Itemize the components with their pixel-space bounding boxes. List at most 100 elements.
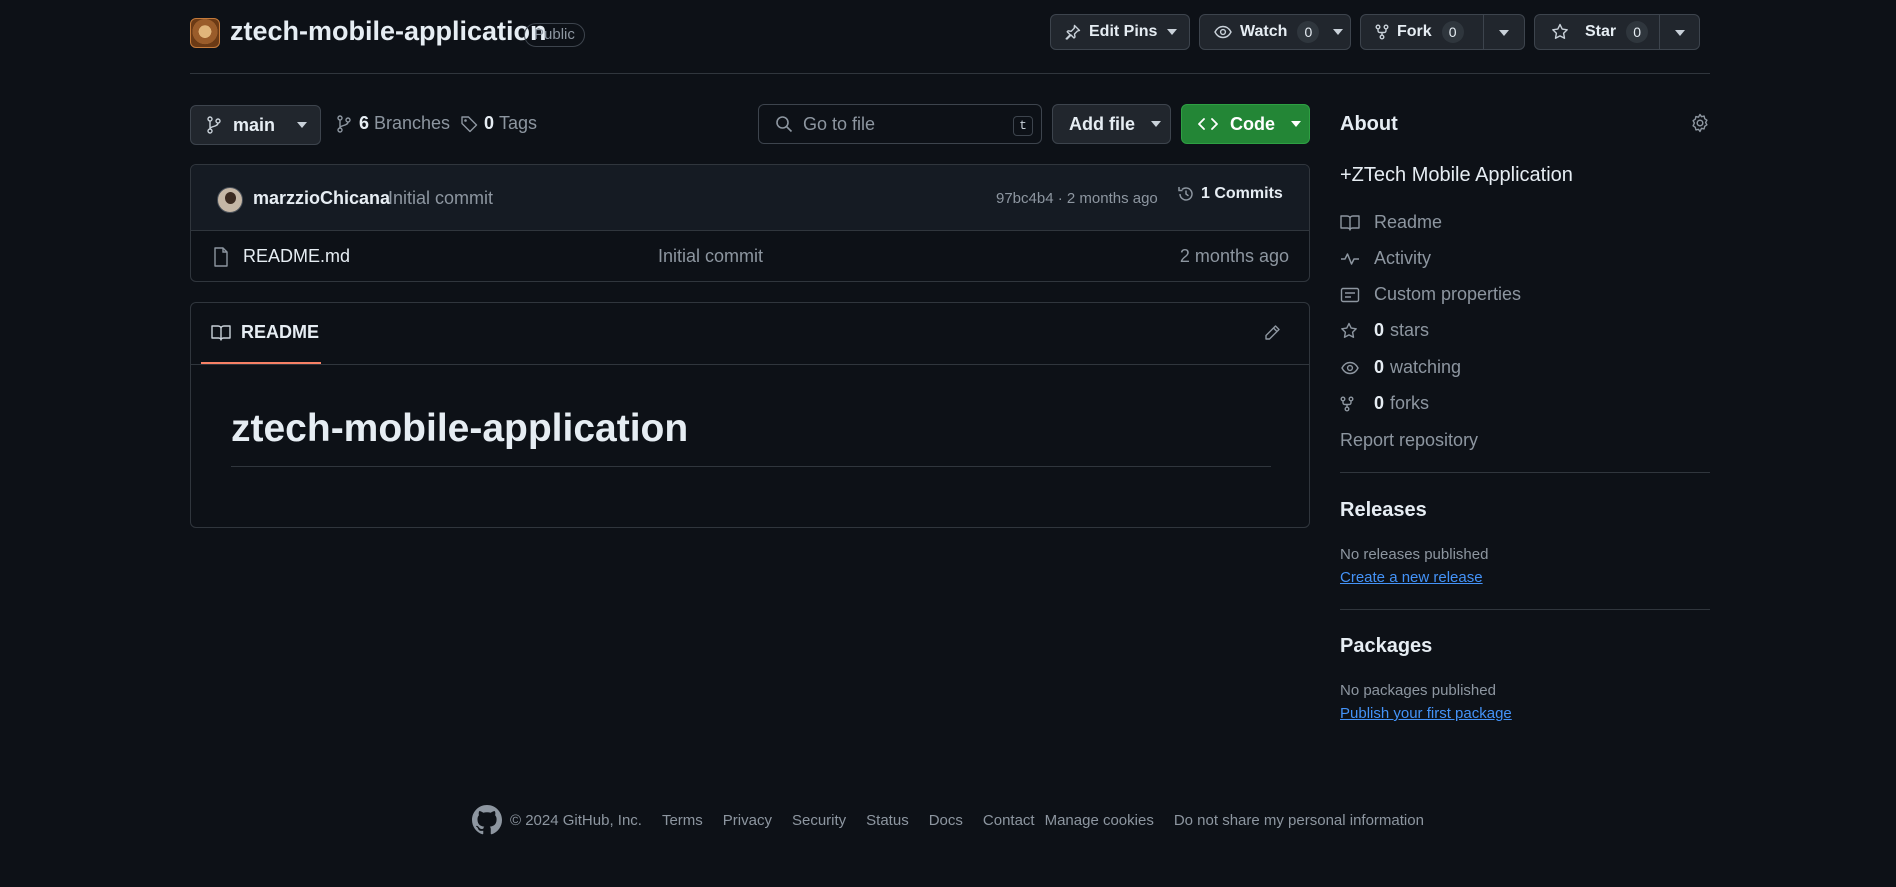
code-button[interactable]: Code xyxy=(1181,104,1310,144)
tab-readme[interactable]: README xyxy=(201,303,321,364)
chevron-down-icon xyxy=(297,122,308,128)
footer-link-docs[interactable]: Docs xyxy=(929,812,963,829)
branch-name: main xyxy=(233,114,276,135)
repo-sidebar: About +ZTech Mobile Application Readme A… xyxy=(1340,0,1710,887)
footer-link-manage-cookies[interactable]: Manage cookies xyxy=(1045,812,1154,829)
chevron-down-icon xyxy=(1167,29,1178,35)
activity-link[interactable]: Activity xyxy=(1340,248,1431,269)
repo-name-link[interactable]: ztech-mobile-application xyxy=(230,16,547,47)
pencil-icon[interactable] xyxy=(1263,324,1281,342)
git-branch-icon xyxy=(337,114,351,133)
branches-count: 6 xyxy=(359,113,370,133)
file-browser: marzzioChicana Initial commit 97bc4b4 · … xyxy=(190,164,1310,282)
fork-icon xyxy=(1340,396,1360,412)
stars-link[interactable]: 0 stars xyxy=(1340,320,1429,341)
custom-properties-link[interactable]: Custom properties xyxy=(1340,284,1521,305)
about-title: About xyxy=(1340,113,1398,135)
eye-icon xyxy=(1214,24,1232,40)
report-repository-link[interactable]: Report repository xyxy=(1340,430,1478,451)
branch-selector-button[interactable]: main xyxy=(190,105,321,145)
forks-count: 0 xyxy=(1374,393,1385,413)
note-icon xyxy=(1340,286,1360,304)
forks-label: forks xyxy=(1390,393,1430,413)
eye-icon xyxy=(1340,360,1360,376)
releases-note: No releases published xyxy=(1340,546,1489,563)
go-to-file-field[interactable]: t xyxy=(758,104,1042,144)
stars-count: 0 xyxy=(1374,320,1385,340)
keyboard-shortcut-hint: t xyxy=(1013,116,1033,136)
table-row: README.md Initial commit 2 months ago xyxy=(191,231,1309,281)
packages-title[interactable]: Packages xyxy=(1340,635,1432,658)
watch-button[interactable]: Watch 0 xyxy=(1199,14,1351,50)
latest-commit-row: marzzioChicana Initial commit 97bc4b4 · … xyxy=(191,165,1309,231)
pin-icon xyxy=(1065,24,1081,40)
footer-link-do-not-share[interactable]: Do not share my personal information xyxy=(1174,812,1424,829)
chevron-down-icon xyxy=(1291,121,1301,127)
repo-owner-avatar[interactable] xyxy=(190,18,220,48)
file-icon xyxy=(213,247,229,267)
readme-tab-label: README xyxy=(241,322,320,342)
watch-count: 0 xyxy=(1297,21,1320,43)
github-logo-icon[interactable] xyxy=(472,805,502,835)
watching-count: 0 xyxy=(1374,357,1385,377)
gear-icon[interactable] xyxy=(1690,113,1710,133)
releases-title[interactable]: Releases xyxy=(1340,499,1427,522)
chevron-down-icon xyxy=(1151,121,1161,127)
add-file-label: Add file xyxy=(1069,113,1135,134)
site-footer: © 2024 GitHub, Inc. Terms Privacy Securi… xyxy=(472,804,1444,836)
pulse-icon xyxy=(1340,250,1360,268)
sidebar-divider xyxy=(1340,472,1710,473)
stars-label: stars xyxy=(1390,320,1430,340)
forks-link[interactable]: 0 forks xyxy=(1340,393,1429,414)
tags-label: Tags xyxy=(499,113,538,133)
history-icon xyxy=(1177,185,1195,203)
file-commit-message-link[interactable]: Initial commit xyxy=(658,246,763,267)
footer-link-privacy[interactable]: Privacy xyxy=(723,812,772,829)
heading-rule xyxy=(231,466,1271,467)
git-branch-icon xyxy=(207,116,221,134)
readme-link[interactable]: Readme xyxy=(1340,212,1442,233)
edit-pins-button[interactable]: Edit Pins xyxy=(1050,14,1190,50)
go-to-file-input[interactable] xyxy=(803,113,1003,135)
readme-divider xyxy=(191,364,1309,365)
star-icon xyxy=(1340,322,1360,340)
watch-label: Watch xyxy=(1240,23,1288,40)
packages-note: No packages published xyxy=(1340,682,1496,699)
search-icon xyxy=(775,115,793,133)
tags-count: 0 xyxy=(484,113,495,133)
commits-history-link[interactable]: 1 Commits xyxy=(1177,185,1283,203)
footer-link-status[interactable]: Status xyxy=(866,812,909,829)
repo-description: +ZTech Mobile Application xyxy=(1340,164,1573,186)
edit-pins-label: Edit Pins xyxy=(1089,23,1158,40)
file-name-link[interactable]: README.md xyxy=(243,246,350,267)
create-release-link[interactable]: Create a new release xyxy=(1340,569,1483,586)
footer-link-security[interactable]: Security xyxy=(792,812,846,829)
tags-link[interactable]: 0 Tags xyxy=(460,113,537,134)
commits-label: 1 Commits xyxy=(1201,185,1283,202)
watching-label: watching xyxy=(1390,357,1462,377)
readme-heading: ztech-mobile-application xyxy=(231,407,689,450)
footer-link-contact[interactable]: Contact xyxy=(983,812,1035,829)
code-label: Code xyxy=(1230,113,1275,134)
publish-package-link[interactable]: Publish your first package xyxy=(1340,705,1512,722)
commit-sha-time[interactable]: 97bc4b4 · 2 months ago xyxy=(996,190,1158,207)
commit-message-link[interactable]: Initial commit xyxy=(388,188,493,209)
book-icon xyxy=(1340,214,1360,232)
commit-author-link[interactable]: marzzioChicana xyxy=(253,188,390,209)
add-file-button[interactable]: Add file xyxy=(1052,104,1171,144)
avatar[interactable] xyxy=(217,187,243,213)
sidebar-divider xyxy=(1340,609,1710,610)
activity-link-label: Activity xyxy=(1374,248,1432,268)
branches-link[interactable]: 6 Branches xyxy=(337,113,450,134)
footer-link-terms[interactable]: Terms xyxy=(662,812,703,829)
readme-link-label: Readme xyxy=(1374,212,1443,232)
code-icon xyxy=(1198,116,1218,132)
book-icon xyxy=(211,324,231,342)
branches-label: Branches xyxy=(374,113,451,133)
watching-link[interactable]: 0 watching xyxy=(1340,357,1461,378)
footer-copyright: © 2024 GitHub, Inc. xyxy=(510,811,642,829)
tag-icon xyxy=(460,115,478,133)
custom-properties-label: Custom properties xyxy=(1374,284,1522,304)
visibility-badge: Public xyxy=(524,23,585,47)
readme-panel: README ztech-mobile-application xyxy=(190,302,1310,528)
